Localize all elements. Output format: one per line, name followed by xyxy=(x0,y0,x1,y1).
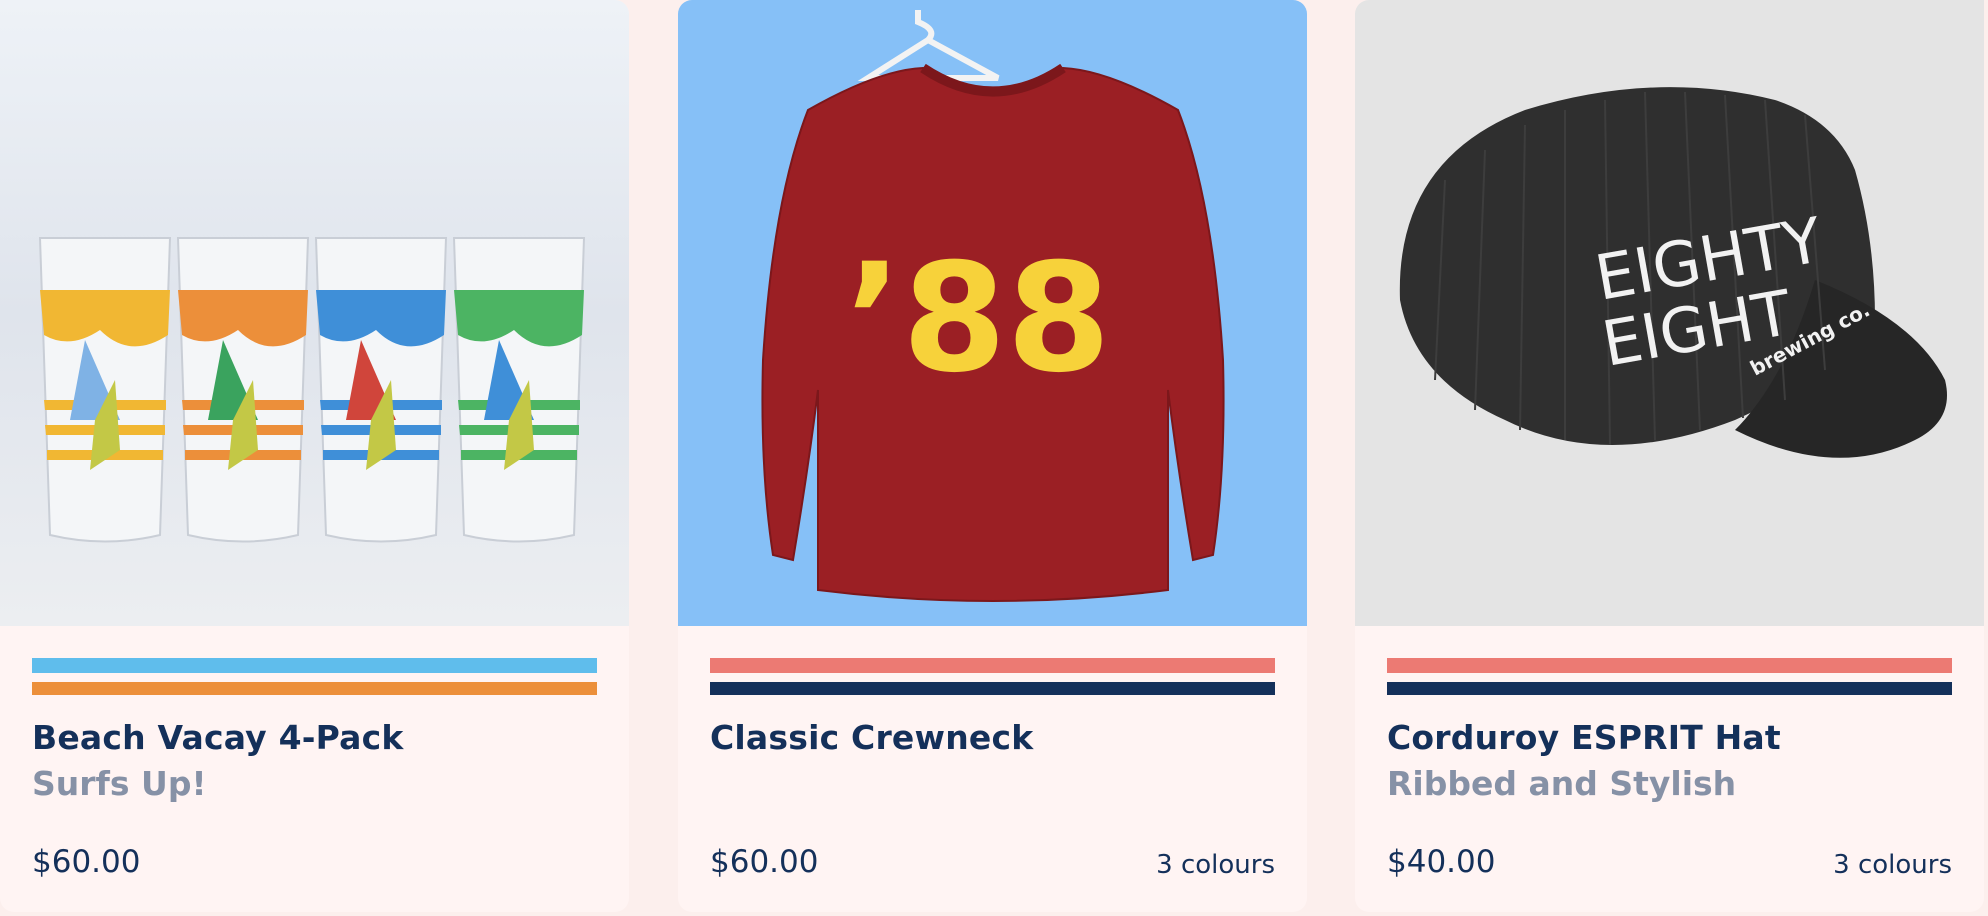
stripe-bottom xyxy=(1387,682,1952,695)
product-title[interactable]: Classic Crewneck xyxy=(710,718,1033,757)
glass-blue xyxy=(314,237,448,543)
crewneck-logo: ’88 xyxy=(845,232,1111,406)
glass-green xyxy=(452,237,586,543)
product-subtitle: Surfs Up! xyxy=(32,764,207,803)
product-image-glasses[interactable] xyxy=(0,0,629,626)
product-price: $60.00 xyxy=(32,844,141,880)
product-colours: 3 colours xyxy=(1156,850,1275,880)
product-card-beach-vacay[interactable]: Beach Vacay 4-Pack Surfs Up! $60.00 xyxy=(0,0,629,912)
stripe-top xyxy=(1387,658,1952,673)
stripe-bottom xyxy=(32,682,597,695)
product-price: $40.00 xyxy=(1387,844,1496,880)
product-grid: Beach Vacay 4-Pack Surfs Up! $60.00 ’88 … xyxy=(0,0,1988,916)
product-price: $60.00 xyxy=(710,844,819,880)
stripe-top xyxy=(710,658,1275,673)
glass-yellow xyxy=(38,237,172,543)
product-colours: 3 colours xyxy=(1833,850,1952,880)
product-title[interactable]: Beach Vacay 4-Pack xyxy=(32,718,404,757)
product-subtitle: Ribbed and Stylish xyxy=(1387,764,1737,803)
product-card-classic-crewneck[interactable]: ’88 Classic Crewneck $60.00 3 colours xyxy=(678,0,1307,912)
stripe-top xyxy=(32,658,597,673)
stripe-bottom xyxy=(710,682,1275,695)
glass-orange xyxy=(176,237,310,543)
product-card-corduroy-hat[interactable]: EIGHTY EIGHT brewing co. Corduroy ESPRIT… xyxy=(1355,0,1984,912)
product-image-crewneck[interactable]: ’88 xyxy=(678,0,1307,626)
product-image-hat[interactable]: EIGHTY EIGHT brewing co. xyxy=(1355,0,1984,626)
product-title[interactable]: Corduroy ESPRIT Hat xyxy=(1387,718,1781,757)
